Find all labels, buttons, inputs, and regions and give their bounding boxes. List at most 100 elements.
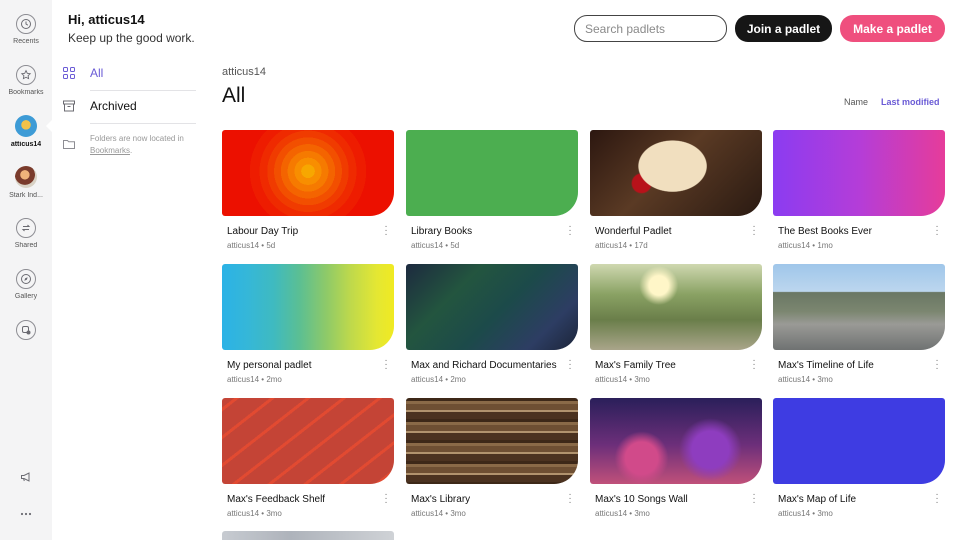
padlet-card[interactable]: Max's Map of Life atticus14 • 3mo · · · [773, 398, 945, 524]
greeting-subtitle: Keep up the good work. [68, 31, 195, 45]
page-title: All [222, 84, 246, 107]
padlet-author: atticus14 [411, 241, 444, 250]
padlet-card[interactable]: Max's Library atticus14 • 3mo · · · [406, 398, 578, 524]
folder-icon [62, 137, 76, 151]
rail-item-more[interactable] [0, 505, 52, 523]
avatar [15, 115, 37, 137]
star-icon [16, 65, 36, 85]
kebab-menu-icon[interactable]: · · · [382, 490, 390, 508]
greeting-title: Hi, atticus14 [68, 12, 145, 27]
padlet-card[interactable]: The Best Books Ever atticus14 • 1mo · · · [773, 130, 945, 256]
padlet-title: The Best Books Ever [778, 226, 872, 237]
meta-separator: • [629, 509, 633, 518]
meta-separator: • [812, 241, 816, 250]
padlet-meta: atticus14 • 2mo [411, 375, 466, 384]
rail-item-recents[interactable]: Recents [0, 14, 52, 45]
meta-separator: • [629, 241, 633, 250]
avatar [15, 166, 37, 188]
padlet-thumbnail [406, 398, 578, 484]
padlet-author: atticus14 [227, 241, 260, 250]
padlet-title: Max's Map of Life [778, 494, 857, 505]
padlet-author: atticus14 [595, 241, 628, 250]
join-padlet-button[interactable]: Join a padlet [735, 15, 832, 42]
meta-separator: • [629, 375, 633, 384]
rail-label-recents: Recents [13, 38, 39, 45]
meta-separator: • [812, 509, 816, 518]
padlet-title: Max and Richard Documentaries [411, 360, 557, 371]
padlet-meta: atticus14 • 1mo [778, 241, 833, 250]
padlet-author: atticus14 [227, 509, 260, 518]
kebab-menu-icon[interactable]: · · · [382, 222, 390, 240]
kebab-menu-icon[interactable]: · · · [382, 356, 390, 374]
rail-item-bookmarks[interactable]: Bookmarks [0, 65, 52, 96]
kebab-menu-icon[interactable]: · · · [933, 490, 941, 508]
meta-separator: • [261, 241, 265, 250]
rail-item-atticus14[interactable]: atticus14 [0, 115, 52, 148]
rail-label-gallery: Gallery [14, 293, 38, 300]
sort-by-name[interactable]: Name [844, 97, 868, 107]
bookmarks-link[interactable]: Bookmarks [90, 146, 130, 155]
rail-item-new-workspace[interactable] [0, 320, 52, 340]
folder-item-all[interactable]: All [62, 66, 103, 80]
kebab-menu-icon[interactable]: · · · [933, 356, 941, 374]
padlet-age: 1mo [817, 241, 833, 250]
rail-item-announcements[interactable] [0, 470, 52, 489]
sort-by-last-modified[interactable]: Last modified [881, 97, 940, 107]
padlet-thumbnail [222, 130, 394, 216]
padlet-age: 3mo [266, 509, 282, 518]
padlet-thumbnail [590, 264, 762, 350]
padlet-title: Labour Day Trip [227, 226, 299, 237]
padlet-author: atticus14 [778, 509, 811, 518]
padlet-card[interactable]: Max's Feedback Shelf atticus14 • 3mo · · · [222, 398, 394, 524]
meta-separator: • [261, 509, 265, 518]
compass-icon [16, 269, 36, 289]
kebab-menu-icon[interactable]: · · · [750, 490, 758, 508]
add-icon [16, 320, 36, 340]
padlet-title: Max's 10 Songs Wall [595, 494, 688, 505]
padlet-thumbnail [773, 130, 945, 216]
padlet-card[interactable]: My personal padlet atticus14 • 2mo · · · [222, 264, 394, 390]
rail-item-shared[interactable]: Shared [0, 218, 52, 249]
padlet-title: My personal padlet [227, 360, 312, 371]
padlet-age: 2mo [266, 375, 282, 384]
padlet-card[interactable]: Max's Timeline of Life atticus14 • 3mo ·… [773, 264, 945, 390]
padlet-card[interactable]: Wonderful Padlet atticus14 • 17d · · · [590, 130, 762, 256]
make-padlet-button[interactable]: Make a padlet [840, 15, 945, 42]
padlet-meta: atticus14 • 17d [595, 241, 648, 250]
kebab-menu-icon[interactable]: · · · [750, 356, 758, 374]
folder-label-all: All [90, 66, 104, 80]
search-input[interactable] [574, 15, 727, 42]
rail-item-gallery[interactable]: Gallery [0, 269, 52, 300]
padlet-card[interactable]: Max's Family Tree atticus14 • 3mo · · · [590, 264, 762, 390]
padlet-author: atticus14 [411, 509, 444, 518]
rail-item-stark-industries[interactable]: Stark Ind... [0, 166, 52, 199]
icon-rail: Recents Bookmarks atticus14 Stark Ind...… [0, 0, 52, 540]
kebab-menu-icon[interactable]: · · · [566, 356, 574, 374]
kebab-menu-icon[interactable]: · · · [566, 222, 574, 240]
padlet-title: Max's Library [411, 494, 471, 505]
padlet-card[interactable]: Library Books atticus14 • 5d · · · [406, 130, 578, 256]
folder-item-archived[interactable]: Archived [62, 99, 137, 113]
grid-icon [62, 66, 76, 80]
padlet-thumbnail [406, 264, 578, 350]
padlet-title: Wonderful Padlet [595, 226, 672, 237]
meta-separator: • [261, 375, 265, 384]
padlet-title: Library Books [411, 226, 473, 237]
padlet-card[interactable]: Max and Richard Documentaries atticus14 … [406, 264, 578, 390]
padlet-meta: atticus14 • 5d [411, 241, 459, 250]
active-indicator [46, 120, 52, 132]
padlet-age: 5d [450, 241, 460, 250]
kebab-menu-icon[interactable]: · · · [750, 222, 758, 240]
kebab-menu-icon[interactable]: · · · [933, 222, 941, 240]
folders-note-text: Folders are now located in [90, 134, 184, 143]
kebab-menu-icon[interactable]: · · · [566, 490, 574, 508]
archive-icon [62, 99, 76, 113]
padlet-meta: atticus14 • 3mo [595, 509, 650, 518]
padlet-thumbnail[interactable] [222, 531, 394, 540]
rail-label-shared: Shared [14, 242, 38, 249]
padlet-title: Max's Family Tree [595, 360, 676, 371]
padlet-card[interactable]: Labour Day Trip atticus14 • 5d · · · [222, 130, 394, 256]
padlet-card[interactable]: Max's 10 Songs Wall atticus14 • 3mo · · · [590, 398, 762, 524]
padlet-meta: atticus14 • 3mo [227, 509, 282, 518]
clock-icon [16, 14, 36, 34]
